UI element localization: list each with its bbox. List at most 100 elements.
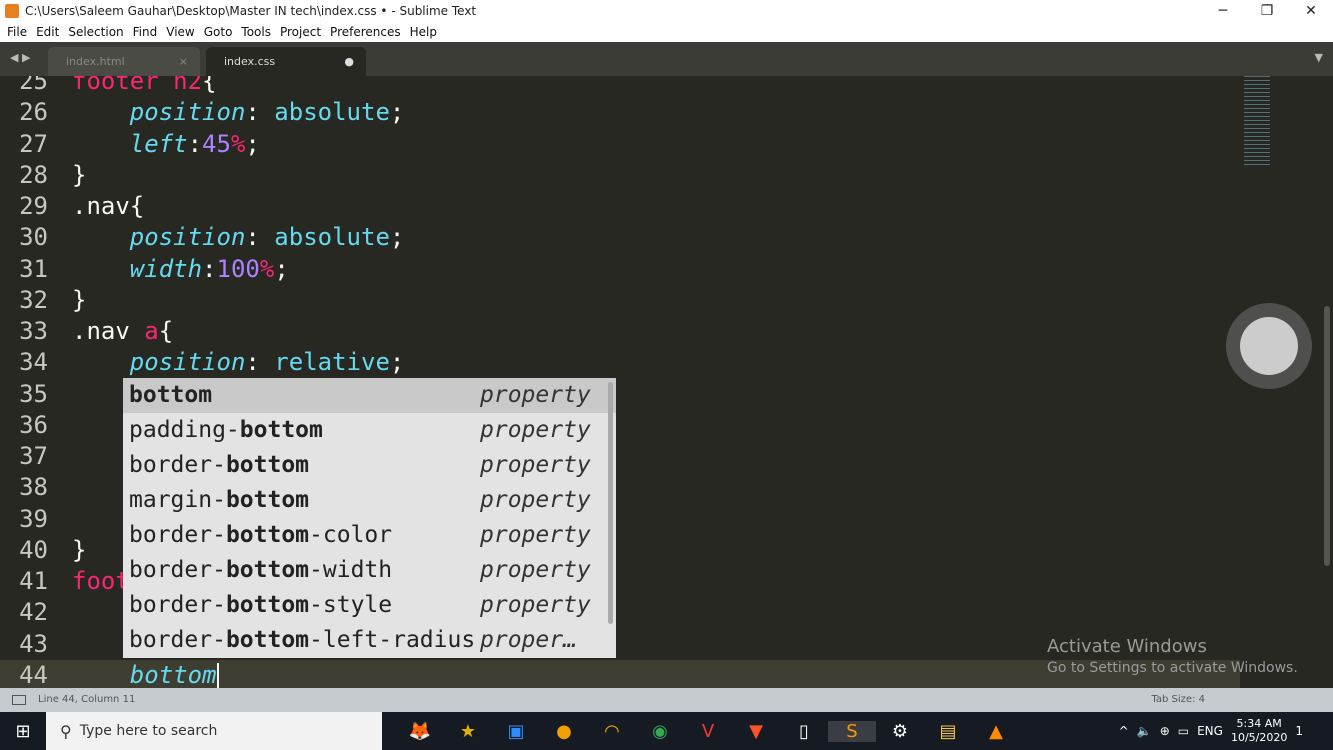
file-icon[interactable]: ▯ [780,721,828,742]
sublime-text-icon[interactable]: S [828,720,876,742]
line-number: 38 [19,473,48,502]
menu-find[interactable]: Find [133,25,158,39]
restore-button[interactable]: ❐ [1245,0,1289,22]
autocomplete-item[interactable]: bottom property [123,378,616,413]
line-code: .nav a{ [72,316,173,347]
close-button[interactable]: ✕ [1289,0,1333,22]
line-number: 42 [19,598,48,627]
taskbar-search[interactable]: ⚲ Type here to search [46,712,382,750]
tab-label: index.css [224,55,276,68]
code-line: 28} [0,160,1240,191]
token: ; [389,223,405,252]
line-code: } [72,535,86,566]
menu-selection[interactable]: Selection [68,25,123,39]
completion-post: -left-radius [309,627,476,653]
autocomplete-item[interactable]: border-bottom-left-radius proper… [123,623,616,658]
line-number: 39 [19,504,48,533]
token: footer h2 [72,76,203,95]
notifications-icon[interactable]: 1 [1295,724,1303,738]
movie-maker-icon[interactable]: ★ [444,721,492,742]
menu-preferences[interactable]: Preferences [330,25,401,39]
app2-icon[interactable]: ◠ [588,721,636,742]
completion-pre: border- [129,522,226,548]
token: % [259,254,275,283]
close-tab-icon[interactable]: × [179,47,188,76]
menu-goto[interactable]: Goto [204,25,233,39]
time: 5:34 AM [1236,717,1282,730]
line-number: 30 [19,223,48,252]
autocomplete-item[interactable]: border-bottom-color property [123,518,616,553]
file-explorer-icon[interactable]: ▤ [924,721,972,742]
token: relative [274,348,390,377]
completion-match: bottom [129,382,213,408]
token: : [202,254,217,283]
completion-post: -color [309,522,393,548]
settings-icon[interactable]: ⚙ [876,721,924,742]
token: position [129,348,246,377]
menu-project[interactable]: Project [280,25,321,39]
vlc-icon[interactable]: ▲ [972,721,1020,742]
tab-size[interactable]: Tab Size: 4 [1151,688,1205,712]
token: foot [72,567,130,595]
completion-pre: border- [129,557,226,583]
token: absolute [274,223,390,252]
autocomplete-item[interactable]: border-bottom-width property [123,553,616,588]
completion-kind: proper… [480,627,577,653]
console-icon[interactable] [12,695,26,705]
tab-index-html[interactable]: index.html × [48,47,200,76]
token: : [245,98,275,127]
brave-icon[interactable]: ▼ [732,721,780,742]
completion-kind: property [480,452,591,478]
line-number: 31 [19,254,48,283]
token: % [230,129,246,158]
menu-view[interactable]: View [166,25,194,39]
vertical-scrollbar[interactable] [1322,76,1333,688]
completion-match: bottom [239,417,323,443]
tab-menu-icon[interactable]: ▼ [1315,51,1323,64]
tab-index-css[interactable]: index.css ● [206,47,366,76]
token: : [245,348,275,377]
autocomplete-item[interactable]: border-bottom-style property [123,588,616,623]
popup-scrollbar[interactable] [608,382,613,624]
autocomplete-item[interactable]: border-bottom property [123,448,616,483]
battery-icon[interactable]: ▭ [1178,724,1189,738]
recorder-overlay-button[interactable] [1226,303,1312,389]
menu-tools[interactable]: Tools [241,25,271,39]
code-line: 26 position: absolute; [0,97,1240,128]
chevron-up-icon[interactable]: ^ [1119,724,1129,738]
network-icon[interactable]: ⊕ [1160,724,1170,738]
tab-bar: ◀ ▶ index.html × index.css ● ▼ [0,42,1333,76]
volume-icon[interactable]: 🔈 [1137,724,1152,738]
vivaldi-icon[interactable]: V [684,721,732,742]
watermark-title: Activate Windows [1047,636,1207,657]
chrome-icon[interactable]: ◉ [636,721,684,742]
language-indicator[interactable]: ENG [1197,724,1223,738]
minimap[interactable] [1244,76,1270,166]
tab-nav-arrows[interactable]: ◀ ▶ [10,51,30,64]
token: } [72,160,87,189]
minimize-button[interactable]: ─ [1201,0,1245,22]
completion-kind: property [480,417,591,443]
text-cursor [216,662,219,688]
completion-pre: margin- [129,487,226,513]
menu-file[interactable]: File [7,25,27,39]
clock[interactable]: 5:34 AM 10/5/2020 [1231,717,1287,745]
code-line: 25 footer h2{ [0,76,1240,97]
line-code: position: relative; [72,347,405,378]
completion-kind: property [480,557,591,583]
code-line: 31 width:100%; [0,254,1240,285]
zoom-icon[interactable]: ▣ [492,721,540,742]
firefox-icon[interactable]: 🦊 [396,721,444,742]
line-number: 40 [19,535,48,564]
autocomplete-item[interactable]: margin-bottom property [123,483,616,518]
modified-dot-icon[interactable]: ● [344,47,354,76]
watermark-subtitle: Go to Settings to activate Windows. [1047,660,1298,676]
windows-start-icon[interactable]: ⊞ [0,721,46,742]
menu-help[interactable]: Help [410,25,437,39]
menu-edit[interactable]: Edit [36,25,59,39]
token: : [187,129,203,158]
autocomplete-item[interactable]: padding-bottom property [123,413,616,448]
app-icon[interactable]: ● [540,721,588,742]
